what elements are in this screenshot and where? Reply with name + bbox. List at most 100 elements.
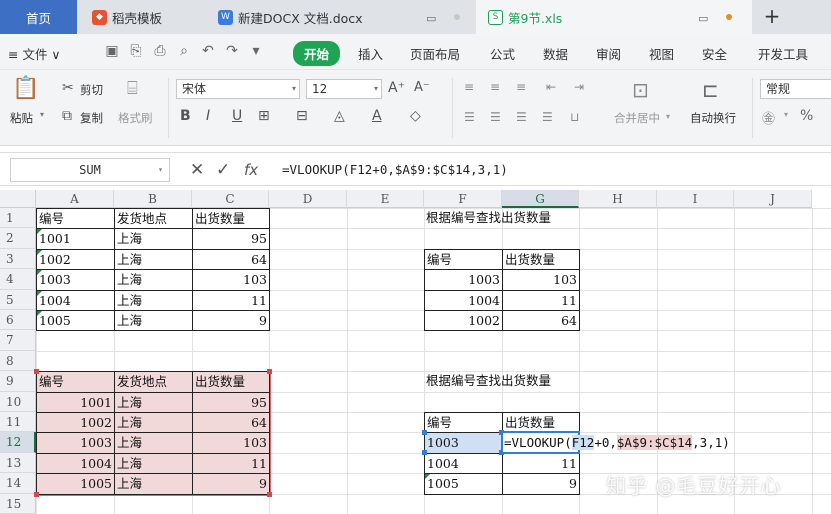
quick-access-dropdown-icon[interactable]: ▾ (248, 43, 264, 59)
percent-button[interactable]: % (800, 108, 813, 124)
clear-icon[interactable]: ◇ (410, 108, 421, 124)
lookup1-title[interactable]: 根据编号查找出货数量 (424, 208, 585, 229)
format-painter-button[interactable]: 格式刷 (118, 110, 153, 126)
cancel-formula-icon[interactable]: ✕ (190, 159, 204, 181)
tab-xls[interactable]: S 第9节.xls ▭ (476, 0, 752, 34)
table1-id-cell[interactable]: 1001 (36, 228, 115, 250)
column-header-b[interactable]: B (114, 190, 192, 208)
table2-qty-cell[interactable]: 103 (192, 432, 270, 454)
table1-location-cell[interactable]: 上海 (114, 248, 193, 271)
menu-page-layout[interactable]: 页面布局 (410, 44, 460, 63)
row-header-11[interactable]: 11 (0, 412, 36, 433)
menu-formulas[interactable]: 公式 (490, 44, 515, 63)
column-header-h[interactable]: H (579, 190, 657, 208)
fill-color-icon[interactable]: ◬ (334, 108, 345, 124)
align-center-icon[interactable]: ☰ (490, 110, 501, 124)
column-header-a[interactable]: A (36, 190, 114, 208)
table2-qty-cell[interactable]: 9 (192, 473, 270, 495)
paste-icon[interactable]: 📋 (12, 76, 39, 101)
lookup1-id-cell[interactable]: 1002 (424, 310, 503, 332)
redo-icon[interactable]: ↷ (224, 43, 240, 59)
column-header-c[interactable]: C (192, 190, 269, 208)
font-color-icon[interactable]: A (372, 108, 382, 124)
cut-button[interactable]: 剪切 (80, 82, 103, 98)
table1-qty-cell[interactable]: 11 (192, 289, 270, 311)
lookup1-qty-cell[interactable]: 64 (502, 310, 580, 332)
table2-header-cell[interactable]: 发货地点 (114, 371, 193, 393)
range-handle[interactable] (34, 491, 39, 497)
range-handle[interactable] (422, 430, 427, 436)
table1-location-cell[interactable]: 上海 (114, 289, 193, 311)
table1-id-cell[interactable]: 1004 (36, 289, 115, 311)
insert-function-button[interactable]: fx (244, 159, 258, 181)
table2-header-cell[interactable]: 编号 (36, 371, 115, 393)
table2-location-cell[interactable]: 上海 (114, 412, 193, 434)
column-header-f[interactable]: F (424, 190, 502, 208)
lookup2-header-cell[interactable]: 出货数量 (502, 412, 580, 434)
table2-location-cell[interactable]: 上海 (114, 432, 193, 454)
row-header-5[interactable]: 5 (0, 289, 36, 310)
row-header-4[interactable]: 4 (0, 269, 36, 290)
table2-location-cell[interactable]: 上海 (114, 391, 193, 413)
font-increase-icon[interactable]: A⁺ (388, 80, 405, 96)
paste-dropdown-icon[interactable]: ▾ (40, 110, 44, 119)
range-handle[interactable] (422, 449, 427, 455)
menu-review[interactable]: 审阅 (596, 44, 621, 63)
table1-id-cell[interactable]: 1005 (36, 310, 115, 332)
tab-monitor-icon[interactable]: ▭ (698, 12, 708, 25)
row-header-12[interactable]: 12 (0, 432, 36, 453)
table2-id-cell[interactable]: 1001 (36, 391, 115, 413)
tab-home[interactable]: 首页 (0, 0, 77, 34)
wrap-text-button[interactable]: 自动换行 (690, 110, 736, 126)
save-icon[interactable]: ▣ (104, 43, 120, 59)
row-header-14[interactable]: 14 (0, 473, 36, 494)
table1-header-cell[interactable]: 发货地点 (114, 208, 193, 230)
in-cell-formula-editor[interactable]: =VLOOKUP(F12+0,$A$9:$C$14,3,1) (504, 433, 730, 453)
menu-file[interactable]: ≡ 文件 ∨ (8, 44, 61, 63)
indent-decrease-icon[interactable]: ⇤ (546, 80, 556, 94)
select-all-corner[interactable] (0, 190, 36, 208)
table1-location-cell[interactable]: 上海 (114, 269, 193, 291)
table2-header-cell[interactable]: 出货数量 (192, 371, 270, 393)
underline-icon[interactable]: U (232, 108, 242, 124)
justify-icon[interactable]: ☰ (542, 110, 553, 124)
table2-id-cell[interactable]: 1003 (36, 432, 115, 454)
font-size-select[interactable]: 12 ▾ (306, 79, 382, 99)
row-header-1[interactable]: 1 (0, 208, 36, 229)
menu-developer[interactable]: 开发工具 (758, 44, 808, 63)
row-header-6[interactable]: 6 (0, 310, 36, 331)
column-header-g[interactable]: G (502, 190, 579, 208)
column-header-j[interactable]: J (734, 190, 812, 208)
copy-button[interactable]: 复制 (80, 110, 103, 126)
table1-qty-cell[interactable]: 103 (192, 269, 270, 291)
print-icon[interactable]: ⎙ (152, 43, 168, 59)
lookup2-title[interactable]: 根据编号查找出货数量 (424, 371, 585, 392)
formula-input[interactable]: =VLOOKUP(F12+0,$A$9:$C$14,3,1) (282, 158, 508, 182)
menu-view[interactable]: 视图 (649, 44, 674, 63)
align-left-icon[interactable]: ☰ (464, 110, 475, 124)
tab-docx[interactable]: W 新建DOCX 文档.docx ▭ (204, 0, 474, 34)
lookup2-id-cell[interactable]: 1005 (424, 473, 503, 495)
font-decrease-icon[interactable]: A⁻ (414, 80, 430, 95)
table1-qty-cell[interactable]: 95 (192, 228, 270, 250)
lookup2-qty-cell[interactable]: 11 (502, 452, 580, 475)
table2-id-cell[interactable]: 1004 (36, 452, 115, 475)
chevron-down-icon[interactable]: ▾ (784, 110, 788, 119)
border-icon[interactable]: ⊞ (258, 108, 270, 124)
name-box[interactable]: SUM ▾ (10, 158, 170, 182)
menu-insert[interactable]: 插入 (358, 44, 383, 63)
row-header-13[interactable]: 13 (0, 452, 36, 474)
table2-location-cell[interactable]: 上海 (114, 473, 193, 495)
row-header-15[interactable]: 15 (0, 493, 36, 514)
align-middle-icon[interactable]: ≡ (490, 80, 500, 94)
table1-header-cell[interactable]: 出货数量 (192, 208, 270, 230)
table1-location-cell[interactable]: 上海 (114, 310, 193, 332)
new-tab-button[interactable]: + (760, 5, 784, 29)
table1-location-cell[interactable]: 上海 (114, 228, 193, 250)
table2-qty-cell[interactable]: 11 (192, 452, 270, 475)
row-header-10[interactable]: 10 (0, 391, 36, 412)
column-header-e[interactable]: E (347, 190, 424, 208)
distributed-icon[interactable]: ⊔ (570, 110, 579, 124)
font-name-select[interactable]: 宋体 ▾ (176, 79, 300, 99)
menu-data[interactable]: 数据 (543, 44, 568, 63)
